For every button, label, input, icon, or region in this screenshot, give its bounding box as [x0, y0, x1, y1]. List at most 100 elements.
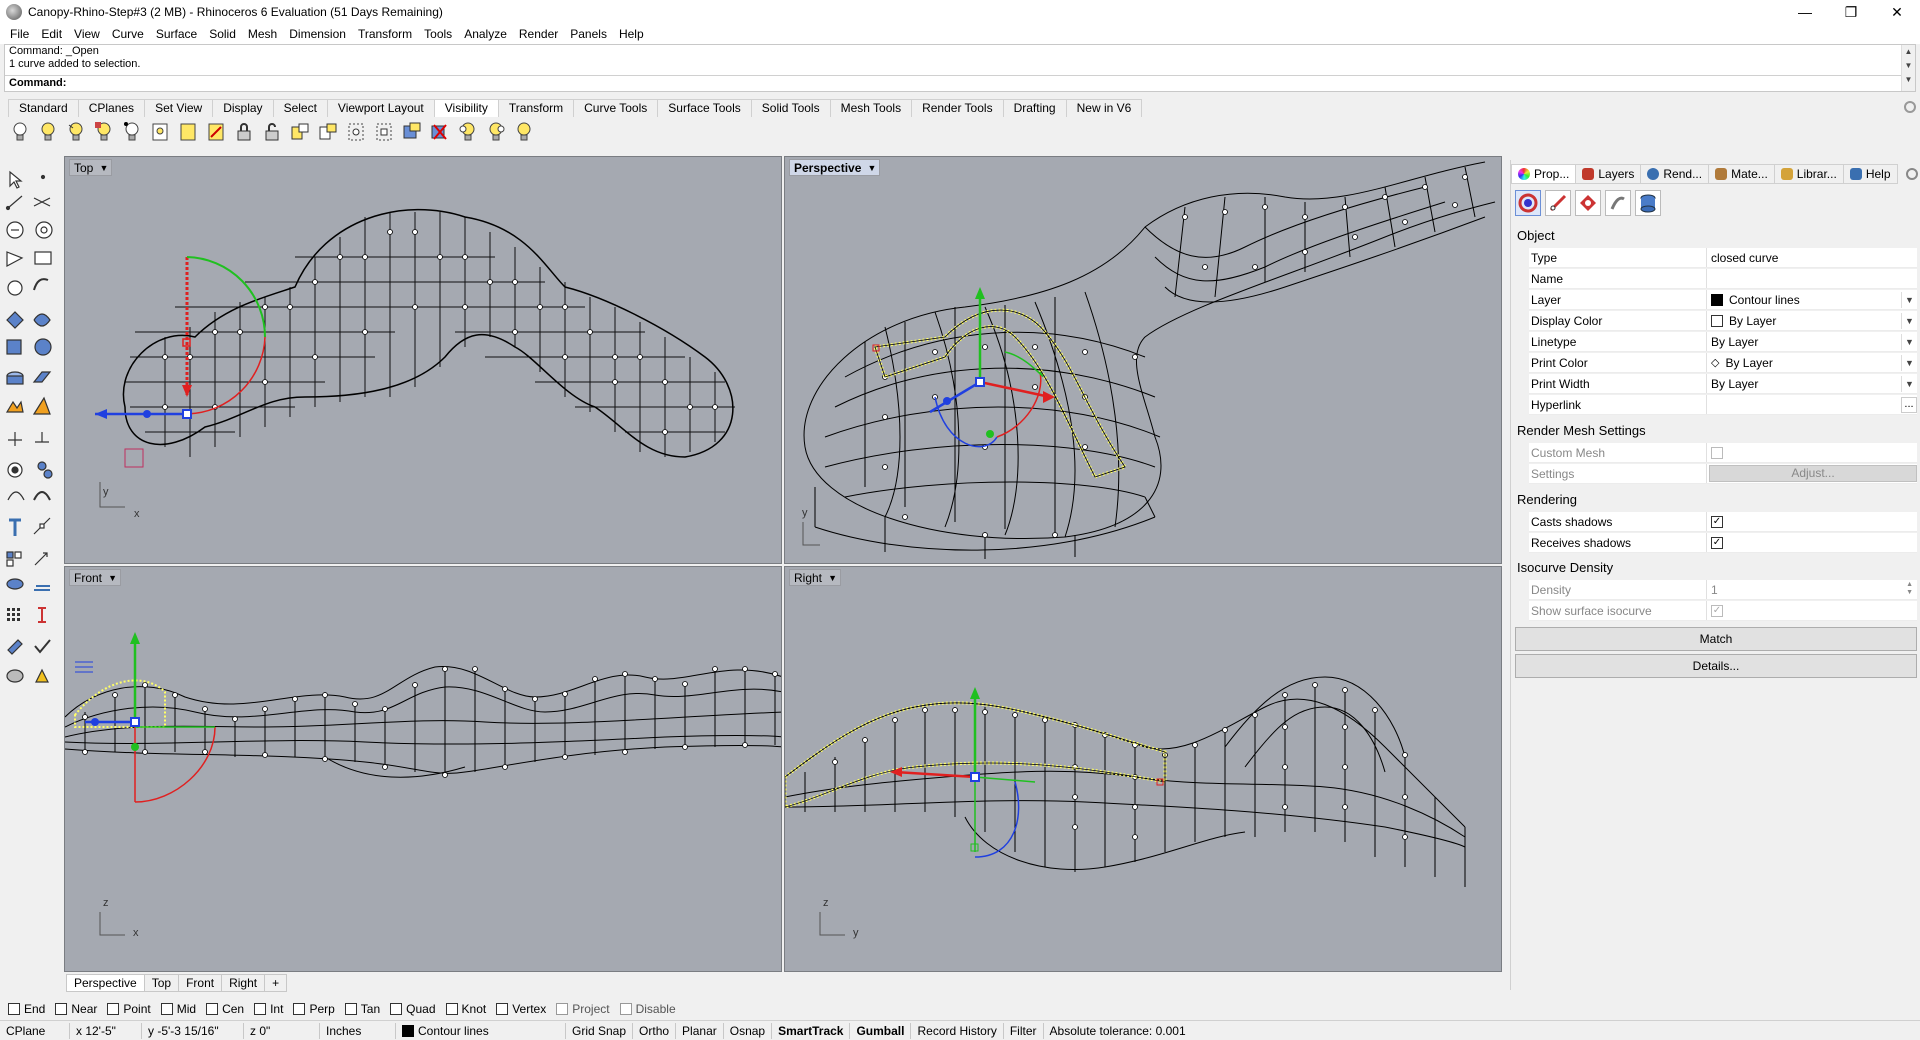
viewport-title-perspective[interactable]: Perspective ▼	[789, 159, 881, 176]
isolate-icon[interactable]	[400, 120, 424, 144]
toolbar-tab-new-in-v6[interactable]: New in V6	[1065, 99, 1143, 117]
menu-surface[interactable]: Surface	[150, 27, 203, 41]
viewport-top[interactable]: y x Top ▼	[64, 156, 782, 564]
show-objects-bulb-icon[interactable]	[8, 120, 32, 144]
hide-layer-bulb-icon[interactable]	[484, 120, 508, 144]
checkbox[interactable]	[55, 1003, 68, 1015]
viewport-tab-front[interactable]: Front	[178, 974, 223, 992]
viewport-title-top[interactable]: Top ▼	[69, 159, 113, 176]
checkbox[interactable]	[390, 1003, 403, 1015]
viewport-perspective[interactable]: y Perspective ▼	[784, 156, 1502, 564]
toolbar-options-gear-icon[interactable]	[1904, 101, 1916, 113]
toolbar-tab-viewport-layout[interactable]: Viewport Layout	[326, 99, 435, 117]
show-edit-points-icon[interactable]	[372, 120, 396, 144]
show-layer-bulb-icon[interactable]	[456, 120, 480, 144]
show-selected-objects-icon[interactable]	[176, 120, 200, 144]
show-isocurve-checkbox[interactable]: ✓	[1711, 604, 1723, 617]
menu-panels[interactable]: Panels	[564, 27, 613, 41]
toolbar-tab-render-tools[interactable]: Render Tools	[911, 99, 1004, 117]
filter-toggle[interactable]: Filter	[1004, 1022, 1044, 1039]
minimize-button[interactable]: —	[1782, 0, 1828, 24]
osnap-end[interactable]: End	[8, 1002, 45, 1016]
osnap-tan[interactable]: Tan	[344, 1002, 380, 1016]
object-properties-icon[interactable]	[1515, 190, 1541, 216]
custom-mesh-checkbox[interactable]	[1711, 446, 1723, 459]
viewport-tab-top[interactable]: Top	[143, 974, 180, 992]
toolbar-tab-mesh-tools[interactable]: Mesh Tools	[829, 99, 913, 117]
checkbox[interactable]	[344, 1003, 357, 1015]
menu-mesh[interactable]: Mesh	[242, 27, 283, 41]
osnap-vertex[interactable]: Vertex	[496, 1002, 546, 1016]
swap-hidden-bulb-icon[interactable]	[92, 120, 116, 144]
print-color-select[interactable]: ◇ By Layer ▼	[1707, 353, 1917, 372]
linetype-select[interactable]: By Layer ▼	[1707, 332, 1917, 351]
planar-toggle[interactable]: Planar	[676, 1022, 724, 1039]
menu-file[interactable]: File	[4, 27, 35, 41]
toolbar-tab-visibility[interactable]: Visibility	[433, 99, 499, 117]
osnap-point[interactable]: Point	[107, 1002, 151, 1016]
layer-on-bulb-icon[interactable]	[512, 120, 536, 144]
command-prompt-input[interactable]: Command:	[5, 75, 1901, 91]
panel-tab-properties[interactable]: Prop...	[1511, 164, 1577, 184]
checkbox[interactable]	[619, 1003, 632, 1015]
panel-gear-icon[interactable]	[1906, 168, 1918, 180]
toolbar-tab-surface-tools[interactable]: Surface Tools	[657, 99, 752, 117]
menu-tools[interactable]: Tools	[418, 27, 458, 41]
details-button[interactable]: Details...	[1515, 654, 1917, 678]
panel-tab-materials[interactable]: Mate...	[1708, 164, 1775, 184]
menu-view[interactable]: View	[68, 27, 106, 41]
receives-shadows-checkbox[interactable]: ✓	[1711, 536, 1723, 549]
cplane-indicator[interactable]: CPlane	[0, 1022, 70, 1039]
viewport-right[interactable]: z y Right ▼	[784, 566, 1502, 972]
user-data-icon[interactable]	[1635, 190, 1661, 216]
command-scrollbar[interactable]: ▲ ▼ ▼	[1901, 45, 1915, 91]
smarttrack-toggle[interactable]: SmartTrack	[772, 1022, 851, 1039]
toolbar-tab-cplanes[interactable]: CPlanes	[77, 99, 146, 117]
attached-text-icon[interactable]	[1605, 190, 1631, 216]
viewport-tab-perspective[interactable]: Perspective	[66, 974, 145, 992]
hide-points-bulb-icon[interactable]	[120, 120, 144, 144]
osnap-int[interactable]: Int	[254, 1002, 283, 1016]
chevron-down-icon[interactable]: ▼	[1901, 355, 1917, 371]
unlock-selected-icon[interactable]	[316, 120, 340, 144]
restore-button[interactable]: ❐	[1828, 0, 1874, 24]
osnap-cen[interactable]: Cen	[206, 1002, 244, 1016]
unlock-icon[interactable]	[260, 120, 284, 144]
layer-select[interactable]: Contour lines ▼	[1707, 290, 1917, 309]
unisolate-icon[interactable]	[428, 120, 452, 144]
material-properties-icon[interactable]	[1575, 190, 1601, 216]
chevron-down-icon[interactable]: ▼	[1901, 376, 1917, 392]
menu-dimension[interactable]: Dimension	[283, 27, 352, 41]
checkbox[interactable]	[496, 1003, 509, 1015]
panel-tab-rendering[interactable]: Rend...	[1640, 164, 1710, 184]
gumball-toggle[interactable]: Gumball	[850, 1022, 912, 1039]
checkbox[interactable]	[254, 1003, 267, 1015]
osnap-project[interactable]: Project	[556, 1002, 610, 1016]
menu-render[interactable]: Render	[513, 27, 564, 41]
menu-help[interactable]: Help	[613, 27, 650, 41]
adjust-button[interactable]: Adjust...	[1709, 465, 1917, 482]
osnap-quad[interactable]: Quad	[390, 1002, 436, 1016]
density-stepper[interactable]: 1 ▲ ▼	[1707, 580, 1917, 599]
panel-tab-layers[interactable]: Layers	[1575, 164, 1642, 184]
hide-objects-bulb-icon[interactable]	[36, 120, 60, 144]
toolbar-tab-select[interactable]: Select	[272, 99, 328, 117]
checkbox[interactable]	[160, 1003, 173, 1015]
match-button[interactable]: Match	[1515, 627, 1917, 651]
print-width-select[interactable]: By Layer ▼	[1707, 374, 1917, 393]
hyperlink-field[interactable]	[1707, 395, 1917, 414]
menu-analyze[interactable]: Analyze	[458, 27, 513, 41]
viewport-title-right[interactable]: Right ▼	[789, 569, 842, 586]
show-points-icon[interactable]	[344, 120, 368, 144]
toolbar-tab-set-view[interactable]: Set View	[144, 99, 214, 117]
lock-icon[interactable]	[232, 120, 256, 144]
show-in-details-icon[interactable]	[148, 120, 172, 144]
chevron-down-icon[interactable]: ▼	[1901, 313, 1917, 329]
chevron-down-icon[interactable]: ▼	[1901, 334, 1917, 350]
checkbox[interactable]	[107, 1003, 120, 1015]
menu-edit[interactable]: Edit	[35, 27, 68, 41]
checkbox[interactable]	[445, 1003, 458, 1015]
toolbar-tab-solid-tools[interactable]: Solid Tools	[750, 99, 831, 117]
checkbox[interactable]	[206, 1003, 219, 1015]
current-layer-indicator[interactable]: Contour lines	[396, 1022, 566, 1039]
